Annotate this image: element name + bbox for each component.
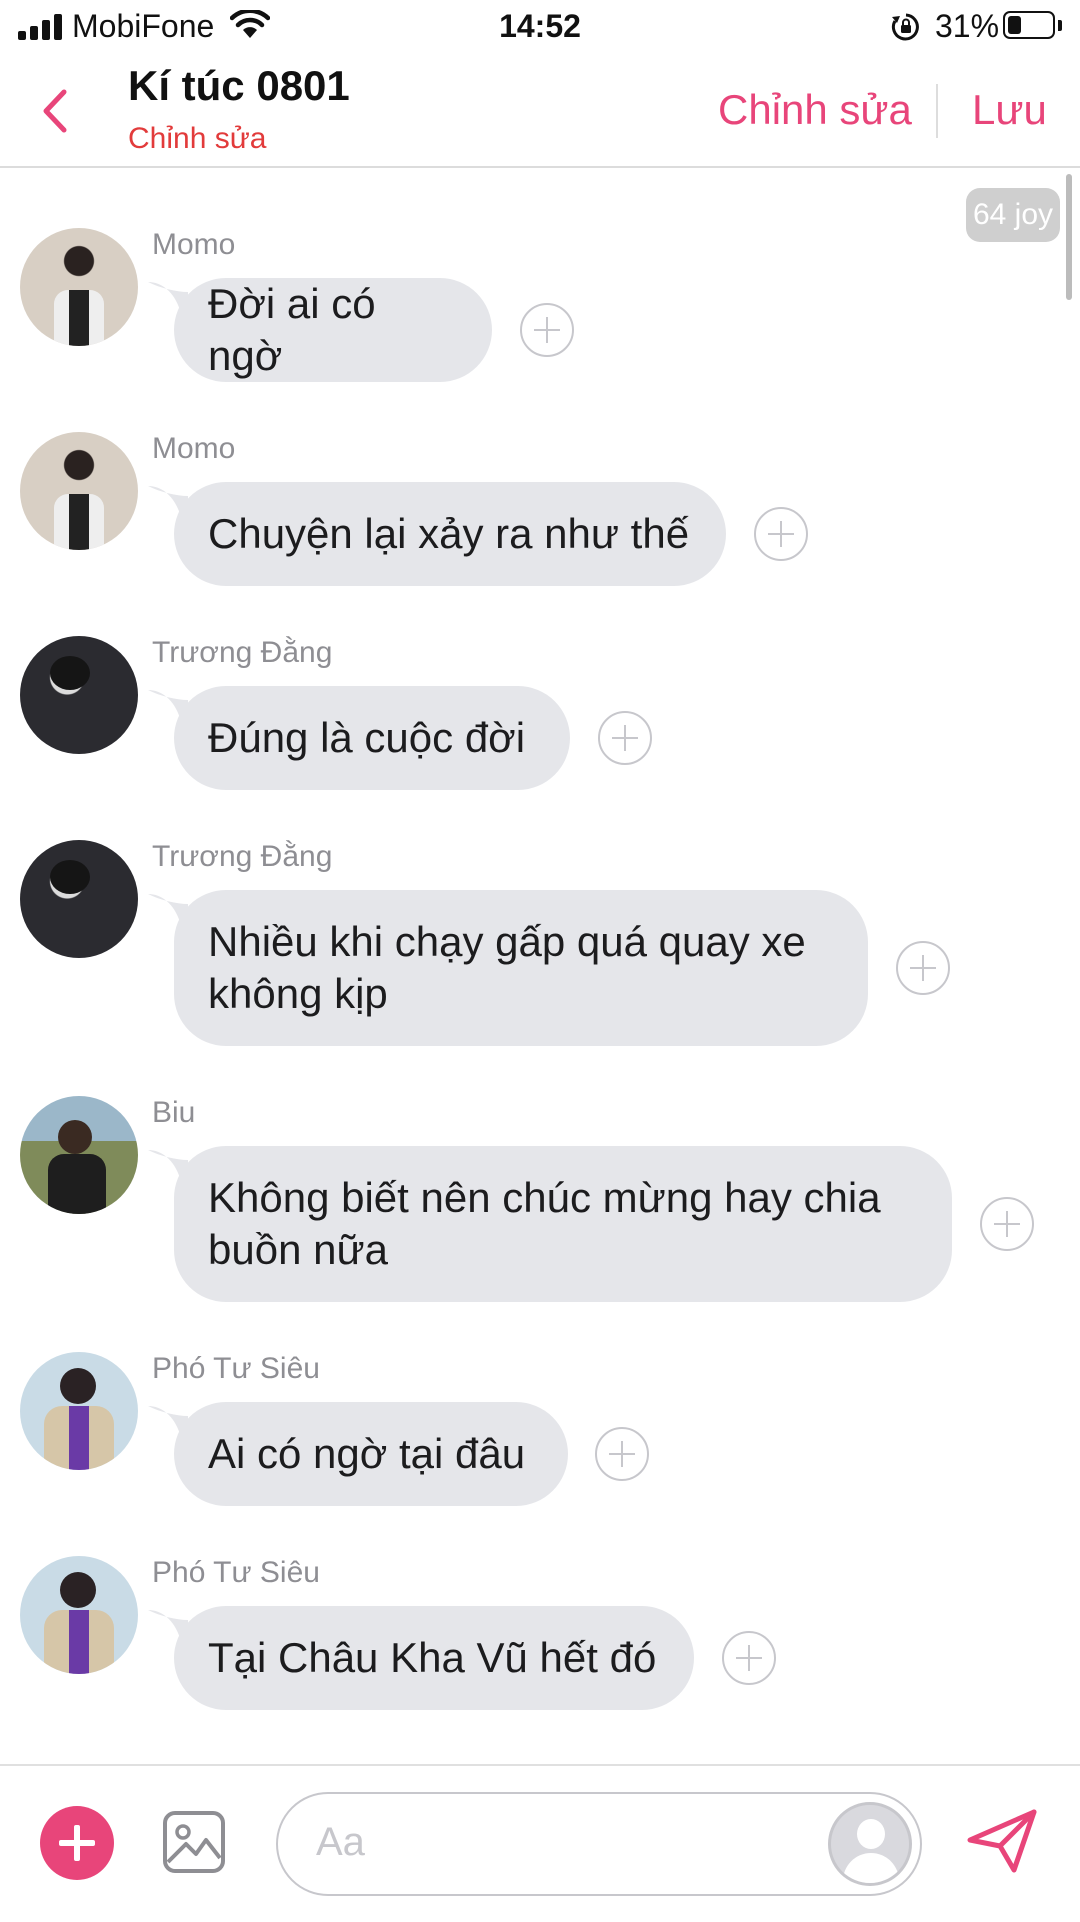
battery-icon bbox=[1003, 11, 1055, 39]
avatar-momo[interactable] bbox=[20, 432, 138, 550]
battery-cap bbox=[1058, 20, 1062, 31]
message-text: Tại Châu Kha Vũ hết đó bbox=[208, 1634, 657, 1681]
message-bubble[interactable]: Chuyện lại xảy ra như thế bbox=[174, 482, 726, 586]
message-text: Đời ai có ngờ bbox=[208, 280, 376, 379]
battery-level bbox=[1008, 16, 1021, 34]
joy-badge: 64 joy bbox=[966, 188, 1060, 242]
rotation-lock-icon bbox=[891, 13, 919, 41]
image-picker-icon[interactable] bbox=[162, 1810, 226, 1874]
add-reaction-button[interactable] bbox=[896, 941, 950, 995]
message-text: Không biết nên chúc mừng hay chia buồn n… bbox=[208, 1174, 881, 1273]
navigation-bar: Kí túc 0801 Chỉnh sửa Chỉnh sửa Lưu bbox=[0, 56, 1080, 168]
message-text: Chuyện lại xảy ra như thế bbox=[208, 510, 690, 557]
add-reaction-button[interactable] bbox=[520, 303, 574, 357]
avatar-pho-tu-sieu[interactable] bbox=[20, 1556, 138, 1674]
add-reaction-button[interactable] bbox=[754, 507, 808, 561]
sender-name: Momo bbox=[152, 228, 236, 261]
message-bubble[interactable]: Nhiều khi chạy gấp quá quay xe không kịp bbox=[174, 890, 868, 1046]
sender-name: Phó Tư Siêu bbox=[152, 1352, 320, 1385]
message-bubble[interactable]: Đời ai có ngờ bbox=[174, 278, 492, 382]
sender-name: Momo bbox=[152, 432, 236, 465]
message-list[interactable]: 64 joy Momo Đời ai có ngờ Momo Chuyện lạ… bbox=[0, 168, 1080, 1764]
message-bubble[interactable]: Đúng là cuộc đời bbox=[174, 686, 570, 790]
nav-divider bbox=[936, 84, 938, 138]
back-chevron-icon[interactable] bbox=[36, 86, 76, 136]
add-reaction-button[interactable] bbox=[722, 1631, 776, 1685]
chat-subtitle[interactable]: Chỉnh sửa bbox=[128, 122, 267, 156]
add-reaction-button[interactable] bbox=[980, 1197, 1034, 1251]
message-bubble[interactable]: Tại Châu Kha Vũ hết đó bbox=[174, 1606, 694, 1710]
message-text: Nhiều khi chạy gấp quá quay xe không kịp bbox=[208, 918, 806, 1017]
message-text: Đúng là cuộc đời bbox=[208, 714, 526, 761]
avatar-pho-tu-sieu[interactable] bbox=[20, 1352, 138, 1470]
sender-name: Phó Tư Siêu bbox=[152, 1556, 320, 1589]
avatar-momo[interactable] bbox=[20, 228, 138, 346]
add-button[interactable] bbox=[40, 1806, 114, 1880]
message-bubble[interactable]: Không biết nên chúc mừng hay chia buồn n… bbox=[174, 1146, 952, 1302]
message-text: Ai có ngờ tại đâu bbox=[208, 1430, 526, 1477]
composer-bar: Aa bbox=[0, 1764, 1080, 1922]
persona-avatar-icon[interactable] bbox=[828, 1802, 912, 1886]
add-reaction-button[interactable] bbox=[595, 1427, 649, 1481]
edit-button[interactable]: Chỉnh sửa bbox=[718, 86, 912, 134]
message-input-placeholder: Aa bbox=[316, 1820, 365, 1864]
message-input[interactable]: Aa bbox=[276, 1792, 922, 1896]
scrollbar[interactable] bbox=[1066, 174, 1072, 300]
send-icon[interactable] bbox=[966, 1806, 1038, 1878]
sender-name: Trương Đằng bbox=[152, 636, 333, 669]
sender-name: Biu bbox=[152, 1096, 196, 1129]
message-bubble[interactable]: Ai có ngờ tại đâu bbox=[174, 1402, 568, 1506]
avatar-truong-dang[interactable] bbox=[20, 840, 138, 958]
save-button[interactable]: Lưu bbox=[972, 86, 1047, 134]
avatar-biu[interactable] bbox=[20, 1096, 138, 1214]
battery-percent: 31% bbox=[935, 8, 1000, 44]
status-bar: MobiFone 14:52 31% bbox=[0, 0, 1080, 56]
avatar-truong-dang[interactable] bbox=[20, 636, 138, 754]
sender-name: Trương Đằng bbox=[152, 840, 333, 873]
add-reaction-button[interactable] bbox=[598, 711, 652, 765]
chat-title: Kí túc 0801 bbox=[128, 62, 350, 109]
